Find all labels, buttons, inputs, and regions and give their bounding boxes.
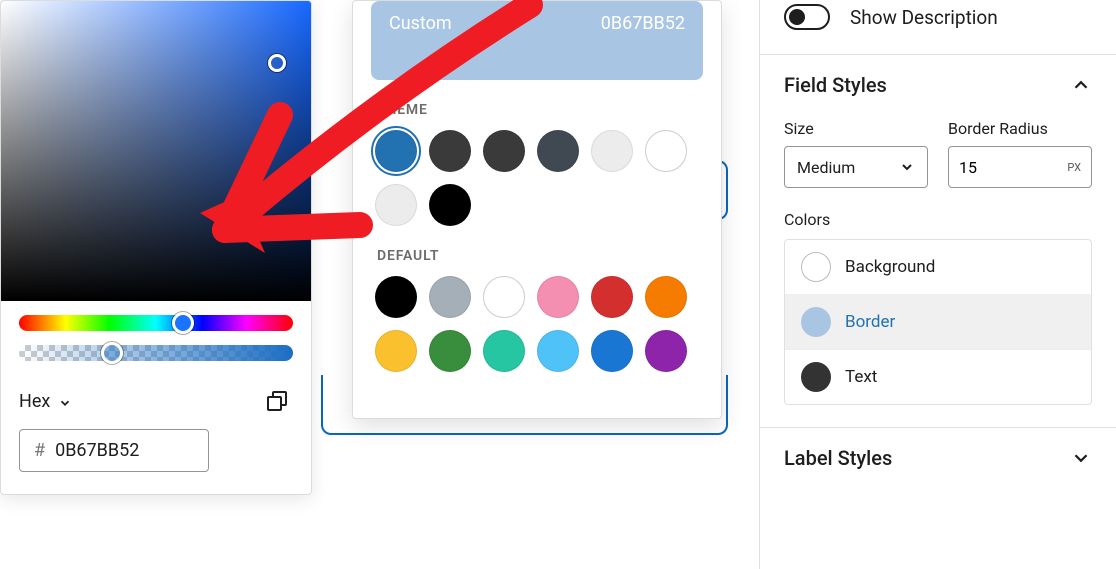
default-swatch[interactable] — [645, 276, 687, 318]
color-format-label: Hex — [19, 391, 50, 412]
default-swatch[interactable] — [375, 330, 417, 372]
color-row-label: Border — [845, 312, 895, 332]
custom-color-value: 0B67BB52 — [601, 13, 685, 34]
theme-swatch[interactable] — [375, 130, 417, 172]
theme-section-label: THEME — [377, 102, 699, 118]
alpha-slider[interactable] — [19, 345, 293, 361]
default-swatch[interactable] — [537, 330, 579, 372]
size-label: Size — [784, 119, 928, 138]
saturation-lightness-area[interactable] — [1, 1, 311, 301]
color-swatches-popover: Custom 0B67BB52 THEME DEFAULT — [352, 0, 722, 419]
color-row-label: Text — [845, 367, 877, 387]
text-color-swatch — [801, 362, 831, 392]
alpha-gradient — [19, 345, 293, 361]
copy-color-button[interactable] — [261, 385, 293, 417]
chevron-up-icon — [1070, 74, 1092, 96]
colors-list: Background Border Text — [784, 239, 1092, 405]
default-section-label: DEFAULT — [377, 248, 699, 264]
theme-swatch[interactable] — [375, 184, 417, 226]
border-radius-input[interactable]: PX — [948, 146, 1092, 188]
default-swatch[interactable] — [429, 276, 471, 318]
theme-swatch[interactable] — [429, 184, 471, 226]
color-row-background[interactable]: Background — [785, 240, 1091, 294]
theme-swatch-grid — [375, 130, 699, 226]
border-radius-field[interactable] — [959, 158, 1039, 177]
theme-swatch[interactable] — [591, 130, 633, 172]
border-color-swatch — [801, 307, 831, 337]
chevron-down-icon — [58, 394, 72, 408]
alpha-thumb[interactable] — [101, 342, 123, 364]
default-swatch[interactable] — [537, 276, 579, 318]
show-description-label: Show Description — [850, 6, 998, 29]
field-styles-header[interactable]: Field Styles — [784, 73, 1092, 97]
toggle-knob — [789, 9, 805, 25]
color-row-text[interactable]: Text — [785, 349, 1091, 404]
chevron-down-icon — [1070, 447, 1092, 469]
theme-swatch[interactable] — [429, 130, 471, 172]
size-value: Medium — [797, 158, 855, 177]
hue-thumb[interactable] — [172, 312, 194, 334]
field-styles-title: Field Styles — [784, 73, 887, 97]
theme-swatch[interactable] — [537, 130, 579, 172]
custom-color-card[interactable]: Custom 0B67BB52 — [371, 1, 703, 80]
default-swatch[interactable] — [483, 276, 525, 318]
hex-value-field[interactable] — [55, 440, 175, 461]
color-format-select[interactable]: Hex — [19, 391, 72, 412]
border-radius-label: Border Radius — [948, 119, 1092, 138]
chevron-down-icon — [899, 159, 915, 175]
colors-section-label: Colors — [784, 210, 1092, 229]
custom-color-label: Custom — [389, 13, 452, 34]
background-color-swatch — [801, 252, 831, 282]
saturation-pointer[interactable] — [268, 54, 286, 72]
default-swatch[interactable] — [591, 330, 633, 372]
label-styles-header[interactable]: Label Styles — [784, 446, 1092, 470]
theme-swatch[interactable] — [645, 130, 687, 172]
label-styles-title: Label Styles — [784, 446, 892, 470]
default-swatch[interactable] — [483, 330, 525, 372]
hue-slider[interactable] — [19, 315, 293, 331]
border-radius-unit: PX — [1067, 161, 1081, 174]
show-description-toggle[interactable] — [784, 4, 830, 30]
default-swatch[interactable] — [645, 330, 687, 372]
color-row-border[interactable]: Border — [785, 294, 1091, 349]
default-swatch[interactable] — [375, 276, 417, 318]
hex-prefix: # — [34, 440, 45, 461]
settings-sidebar: Show Description Field Styles Size Mediu… — [759, 0, 1116, 569]
default-swatch-grid — [375, 276, 699, 372]
color-row-label: Background — [845, 257, 935, 277]
theme-swatch[interactable] — [483, 130, 525, 172]
size-select[interactable]: Medium — [784, 146, 928, 188]
hex-input[interactable]: # — [19, 429, 209, 472]
default-swatch[interactable] — [591, 276, 633, 318]
color-picker-popover: Hex # — [0, 0, 312, 495]
default-swatch[interactable] — [429, 330, 471, 372]
